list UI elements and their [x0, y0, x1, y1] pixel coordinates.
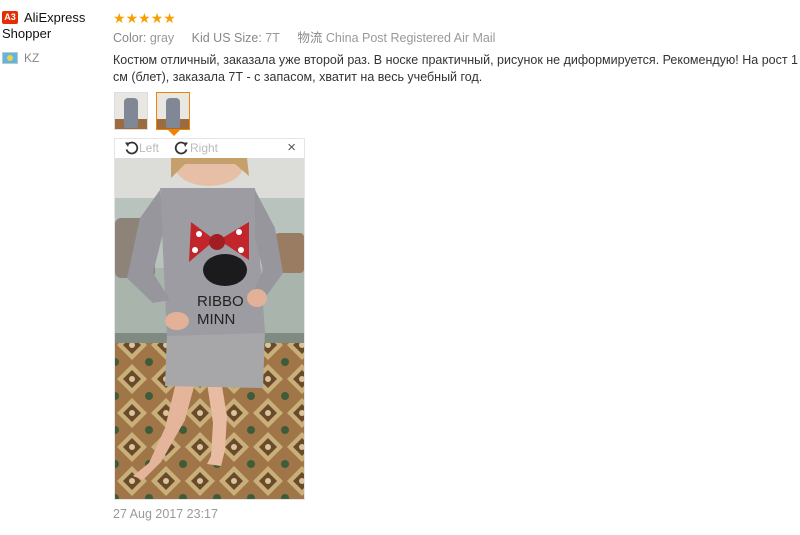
review-page: A3 AliExpress Shopper KZ ★★★★★ Color: gr…	[0, 0, 800, 535]
order-attributes: Color: gray Kid US Size: 7T 物流 China Pos…	[113, 30, 509, 46]
shirt-text-2: MINN	[197, 311, 235, 328]
thumbnail-1[interactable]	[114, 92, 148, 130]
shipping-label: 物流	[297, 31, 323, 45]
shipping-value: China Post Registered Air Mail	[325, 31, 496, 45]
color-label: Color:	[113, 31, 147, 45]
star-icon: ★	[125, 10, 139, 26]
star-icon: ★	[150, 10, 164, 26]
reviewer-name: AliExpress Shopper	[2, 10, 86, 41]
review-photo: RIBBO MINN	[115, 158, 304, 499]
thumbnail-2-selected[interactable]	[156, 92, 190, 130]
star-rating: ★★★★★	[113, 10, 176, 26]
rotate-right-label: Right	[190, 141, 219, 155]
rotate-right-icon	[174, 141, 188, 155]
country-code: KZ	[24, 51, 40, 65]
star-icon: ★	[138, 10, 151, 26]
rotate-left-button[interactable]: Left	[123, 140, 159, 156]
size-value: 7T	[265, 31, 280, 45]
shirt-text-1: RIBBO	[197, 293, 244, 310]
review-date: 27 Aug 2017 23:17	[113, 507, 218, 521]
rotate-right-button[interactable]: Right	[174, 140, 218, 156]
star-icon: ★	[113, 10, 126, 26]
close-icon[interactable]: ×	[287, 140, 296, 156]
color-value: gray	[149, 31, 175, 45]
rotate-left-icon	[125, 141, 139, 155]
photo-viewer: Left Right × RIBBO MINN	[114, 138, 305, 500]
selected-thumbnail-caret	[168, 130, 180, 136]
photo-illustration: RIBBO MINN	[115, 158, 304, 499]
viewer-toolbar: Left Right ×	[115, 139, 304, 158]
rotate-left-label: Left	[139, 141, 160, 155]
star-icon: ★	[163, 10, 176, 26]
review-text: Костюм отличный, заказала уже второй раз…	[113, 53, 799, 84]
size-label: Kid US Size:	[191, 31, 262, 45]
kazakhstan-flag-icon	[2, 52, 18, 64]
